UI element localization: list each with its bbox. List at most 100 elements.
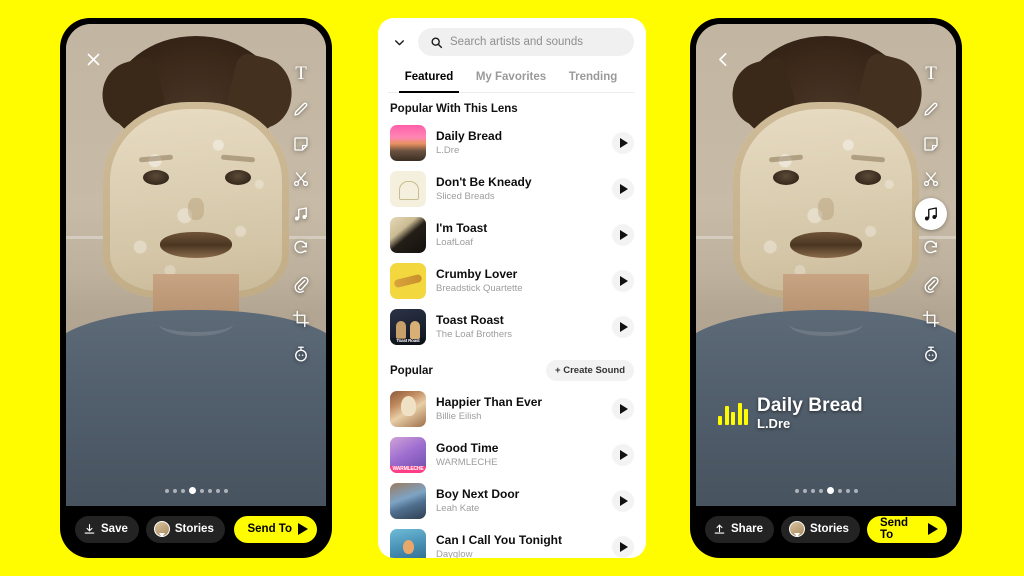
right-phone-screen: T Daily Bread L.Dre Share Stories Send T… xyxy=(696,24,956,552)
avatar xyxy=(153,521,170,537)
list-item[interactable]: Toast Roast Toast Roast The Loaf Brother… xyxy=(378,304,646,350)
tool-rail-right: T xyxy=(914,58,948,370)
send-arrow-icon xyxy=(298,523,308,535)
timer-icon[interactable] xyxy=(915,338,947,370)
scissors-icon[interactable] xyxy=(915,163,947,195)
play-button[interactable] xyxy=(612,132,634,154)
action-bar-left: Save Stories Send To xyxy=(66,506,326,552)
search-placeholder: Search artists and sounds xyxy=(450,36,583,48)
magic-wand-icon[interactable] xyxy=(285,233,317,265)
music-sticker-text: Daily Bread L.Dre xyxy=(757,396,863,432)
play-button[interactable] xyxy=(612,490,634,512)
track-meta: I'm Toast LoafLoaf xyxy=(436,221,602,250)
tab-trending[interactable]: Trending xyxy=(552,65,634,92)
bread-face-lens xyxy=(733,102,919,298)
list-item[interactable]: I'm Toast LoafLoaf xyxy=(378,212,646,258)
album-art xyxy=(390,263,426,299)
send-to-button-right[interactable]: Send To xyxy=(866,515,947,543)
track-title: Toast Roast xyxy=(436,312,504,327)
list-item[interactable]: Don't Be Kneady Sliced Breads xyxy=(378,166,646,212)
album-art xyxy=(390,217,426,253)
eye-left xyxy=(143,170,169,185)
text-tool-icon[interactable]: T xyxy=(285,58,317,90)
play-button[interactable] xyxy=(612,270,634,292)
list-item[interactable]: WARMLECHE Good Time WARMLECHE xyxy=(378,432,646,478)
page-dots-right xyxy=(696,487,956,494)
play-button[interactable] xyxy=(612,444,634,466)
stories-button-left[interactable]: Stories xyxy=(145,515,225,543)
play-icon xyxy=(620,450,628,460)
save-button[interactable]: Save xyxy=(75,515,139,543)
track-meta: Daily Bread L.Dre xyxy=(436,129,602,158)
music-sticker[interactable]: Daily Bread L.Dre xyxy=(718,396,863,432)
share-label: Share xyxy=(731,523,763,535)
list-item[interactable]: Can I Call You Tonight Dayglow xyxy=(378,524,646,558)
paperclip-icon[interactable] xyxy=(915,268,947,300)
action-bar-right: Share Stories Send To xyxy=(696,506,956,552)
music-note-icon[interactable] xyxy=(915,198,947,230)
paperclip-icon[interactable] xyxy=(285,268,317,300)
search-input[interactable]: Search artists and sounds xyxy=(418,28,634,56)
section-header-popular: Popular + Create Sound xyxy=(378,350,646,386)
chevron-down-icon[interactable] xyxy=(388,31,410,53)
album-art xyxy=(390,391,426,427)
play-button[interactable] xyxy=(612,178,634,200)
play-button[interactable] xyxy=(612,536,634,558)
track-title: Can I Call You Tonight xyxy=(436,532,562,547)
music-note-icon[interactable] xyxy=(285,198,317,230)
play-icon xyxy=(620,322,628,332)
crop-icon[interactable] xyxy=(915,303,947,335)
track-meta: Toast Roast The Loaf Brothers xyxy=(436,313,602,342)
list-item[interactable]: Happier Than Ever Billie Eilish xyxy=(378,386,646,432)
send-to-button-left[interactable]: Send To xyxy=(234,515,317,543)
eye-right xyxy=(855,170,881,185)
scissors-icon[interactable] xyxy=(285,163,317,195)
timer-icon[interactable] xyxy=(285,338,317,370)
left-phone-frame: T Save Stories Send To xyxy=(60,18,332,558)
crop-icon[interactable] xyxy=(285,303,317,335)
play-button[interactable] xyxy=(612,398,634,420)
play-icon xyxy=(620,404,628,414)
sounds-list: Popular With This Lens Daily Bread L.Dre… xyxy=(378,93,646,558)
tab-my-favorites[interactable]: My Favorites xyxy=(470,65,552,92)
track-meta: Crumby Lover Breadstick Quartette xyxy=(436,267,602,296)
sticker-icon[interactable] xyxy=(915,128,947,160)
track-title: Good Time xyxy=(436,440,499,455)
play-button[interactable] xyxy=(612,224,634,246)
album-art-label: Toast Roast xyxy=(390,338,426,345)
track-meta: Good Time WARMLECHE xyxy=(436,441,602,470)
sounds-panel: Search artists and sounds Featured My Fa… xyxy=(378,18,646,558)
close-icon[interactable] xyxy=(78,44,108,74)
equalizer-icon xyxy=(718,403,748,426)
album-art: WARMLECHE xyxy=(390,437,426,473)
track-title: I'm Toast xyxy=(436,220,488,235)
album-art xyxy=(390,171,426,207)
list-item[interactable]: Boy Next Door Leah Kate xyxy=(378,478,646,524)
bread-face-lens xyxy=(103,102,289,298)
track-artist: Dayglow xyxy=(436,548,473,558)
stories-button-right[interactable]: Stories xyxy=(780,515,860,543)
text-tool-icon[interactable]: T xyxy=(915,58,947,90)
list-item[interactable]: Crumby Lover Breadstick Quartette xyxy=(378,258,646,304)
stories-label: Stories xyxy=(174,523,214,535)
search-icon xyxy=(431,36,443,48)
play-icon xyxy=(620,276,628,286)
pencil-icon[interactable] xyxy=(915,93,947,125)
nose xyxy=(188,198,204,220)
magic-wand-icon[interactable] xyxy=(915,233,947,265)
pencil-icon[interactable] xyxy=(285,93,317,125)
track-title: Crumby Lover xyxy=(436,266,518,281)
sticker-icon[interactable] xyxy=(285,128,317,160)
right-phone-frame: T Daily Bread L.Dre Share Stories Send T… xyxy=(690,18,962,558)
album-art xyxy=(390,483,426,519)
share-button[interactable]: Share xyxy=(705,515,774,543)
tool-rail-left: T xyxy=(284,58,318,370)
list-item[interactable]: Daily Bread L.Dre xyxy=(378,120,646,166)
tab-featured[interactable]: Featured xyxy=(388,65,470,93)
track-artist: WARMLECHE xyxy=(436,456,498,468)
back-chevron-icon[interactable] xyxy=(708,44,738,74)
create-sound-button[interactable]: + Create Sound xyxy=(546,360,634,381)
play-button[interactable] xyxy=(612,316,634,338)
send-to-label: Send To xyxy=(879,517,909,541)
album-art xyxy=(390,125,426,161)
